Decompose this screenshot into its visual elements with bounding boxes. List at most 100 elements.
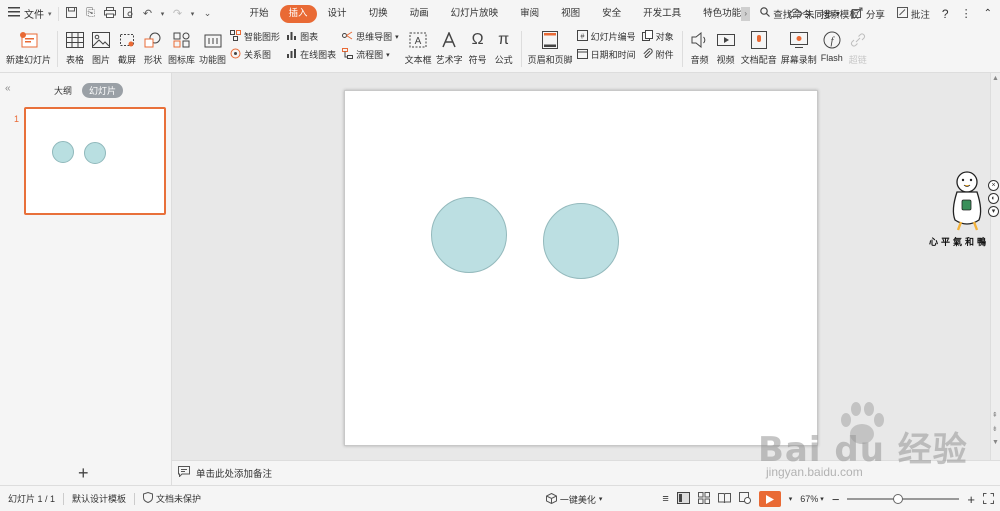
protection-status[interactable]: 文档未保护 bbox=[135, 491, 209, 505]
relation-chart-button[interactable]: 关系图 bbox=[230, 48, 280, 61]
tab-review[interactable]: 审阅 bbox=[509, 5, 550, 23]
customize-icon[interactable]: ⌄ bbox=[201, 8, 215, 19]
vertical-scrollbar[interactable]: ▲ ⇞ ⇟ ▼ bbox=[990, 73, 1000, 460]
doc-voice-button[interactable]: 文档配音 bbox=[741, 27, 777, 66]
chevron-down-icon[interactable]: ▾ bbox=[789, 495, 793, 503]
rehearse-icon[interactable] bbox=[738, 492, 751, 506]
new-slide-button[interactable]: 新建幻灯片 bbox=[6, 27, 51, 66]
screen-record-button[interactable]: 屏幕录制 bbox=[781, 27, 817, 66]
picture-label: 图片 bbox=[92, 55, 111, 65]
thumbnail-circle-2 bbox=[84, 142, 106, 164]
circle-shape-left[interactable] bbox=[431, 197, 507, 273]
add-slide-button[interactable]: + bbox=[78, 463, 89, 484]
mind-map-button[interactable]: 思维导图 ▾ bbox=[342, 30, 399, 43]
icon-library-button[interactable]: 图标库 bbox=[168, 27, 195, 66]
tab-developer[interactable]: 开发工具 bbox=[632, 5, 692, 23]
zoom-out-button[interactable]: − bbox=[832, 492, 840, 507]
scroll-up-icon[interactable]: ▲ bbox=[992, 75, 999, 82]
screenshot-button[interactable]: 截屏 bbox=[116, 27, 138, 66]
theme-icon[interactable]: ◐ bbox=[988, 193, 999, 204]
date-time-button[interactable]: 日期和时间 bbox=[576, 48, 636, 61]
tab-design[interactable]: 设计 bbox=[317, 5, 358, 23]
tab-animation[interactable]: 动画 bbox=[399, 5, 440, 23]
formula-button[interactable]: π 公式 bbox=[493, 27, 515, 66]
symbol-button[interactable]: Ω 符号 bbox=[467, 27, 489, 66]
slide-number-button[interactable]: # 幻灯片编号 bbox=[576, 30, 636, 43]
tab-home[interactable]: 开始 bbox=[239, 5, 280, 23]
normal-view-icon[interactable] bbox=[676, 492, 690, 506]
chart-button[interactable]: 图表 bbox=[286, 30, 336, 43]
tab-slides[interactable]: 幻灯片 bbox=[82, 83, 124, 98]
template-name[interactable]: 默认设计模板 bbox=[64, 492, 134, 505]
share-button[interactable]: 分享 bbox=[851, 7, 885, 21]
one-click-beautify[interactable]: 一键美化 ▾ bbox=[538, 492, 611, 506]
tab-view[interactable]: 视图 bbox=[550, 5, 591, 23]
fit-window-icon[interactable] bbox=[983, 492, 994, 506]
zoom-slider[interactable] bbox=[847, 494, 960, 504]
collapse-panel-icon[interactable]: « bbox=[5, 83, 11, 94]
more-icon[interactable]: ⋮ bbox=[961, 7, 972, 20]
help-icon[interactable]: ? bbox=[942, 7, 949, 21]
object-button[interactable]: 对象 bbox=[641, 30, 674, 43]
online-chart-button[interactable]: 在线图表 bbox=[286, 48, 336, 61]
circle-shape-right[interactable] bbox=[543, 203, 619, 279]
sync-status[interactable]: 未同步 ▾ bbox=[788, 7, 840, 21]
skin-icon[interactable]: ▾ bbox=[988, 206, 999, 217]
file-menu[interactable]: 文件 ▾ bbox=[8, 6, 58, 21]
function-chart-button[interactable]: 功能图 bbox=[199, 27, 226, 66]
print-preview-icon[interactable] bbox=[122, 6, 136, 21]
picture-button[interactable]: 图片 bbox=[90, 27, 112, 66]
slide-canvas[interactable] bbox=[344, 90, 818, 446]
undo-icon[interactable]: ↶ bbox=[141, 7, 155, 20]
flowchart-button[interactable]: 流程图 ▾ bbox=[342, 48, 399, 61]
page-up-icon[interactable]: ⇞ bbox=[992, 411, 998, 419]
play-icon bbox=[765, 494, 774, 504]
scroll-down-icon[interactable]: ▼ bbox=[992, 439, 999, 446]
play-slideshow-button[interactable] bbox=[758, 491, 781, 507]
video-button[interactable]: 视频 bbox=[715, 27, 737, 66]
notes-bar[interactable]: 单击此处添加备注 bbox=[172, 460, 1000, 485]
tab-scroll-button[interactable]: › bbox=[741, 6, 751, 21]
share-label: 分享 bbox=[865, 9, 885, 21]
tab-slideshow[interactable]: 幻灯片放映 bbox=[440, 5, 510, 23]
collapse-ribbon-icon[interactable]: ⌃ bbox=[984, 8, 992, 19]
tab-insert[interactable]: 插入 bbox=[279, 4, 317, 23]
audio-button[interactable]: 音频 bbox=[689, 27, 711, 66]
table-button[interactable]: 表格 bbox=[64, 27, 86, 66]
comment-button[interactable]: 批注 bbox=[896, 6, 930, 21]
slide-sorter-icon[interactable] bbox=[697, 492, 710, 506]
smartart-button[interactable]: 智能图形 bbox=[230, 30, 280, 43]
reading-view-icon[interactable] bbox=[717, 492, 731, 506]
save-icon[interactable] bbox=[65, 6, 79, 21]
chevron-down-icon[interactable]: ▾ bbox=[820, 495, 824, 503]
export-pdf-icon[interactable]: ⎘ bbox=[84, 7, 98, 20]
notes-icon bbox=[178, 466, 190, 480]
textbox-button[interactable]: A 文本框 bbox=[405, 27, 432, 66]
art-text-button[interactable]: 艺术字 bbox=[436, 27, 463, 66]
symbol-label: 符号 bbox=[468, 55, 487, 65]
doc-voice-icon bbox=[748, 29, 770, 51]
icon-library-icon bbox=[171, 29, 193, 51]
attachment-label: 附件 bbox=[655, 50, 674, 60]
flash-button[interactable]: f Flash bbox=[821, 27, 843, 63]
header-footer-button[interactable]: 页眉和页脚 bbox=[528, 27, 573, 66]
notes-toggle-icon[interactable]: ≡ bbox=[662, 493, 668, 505]
close-icon[interactable]: × bbox=[988, 180, 999, 191]
redo-icon[interactable]: ↷ bbox=[171, 7, 185, 20]
superlink-button[interactable]: 超链 bbox=[847, 27, 869, 66]
tab-transition[interactable]: 切换 bbox=[358, 5, 399, 23]
tab-outline[interactable]: 大纲 bbox=[54, 84, 72, 97]
shape-button[interactable]: 形状 bbox=[142, 27, 164, 66]
zoom-slider-knob[interactable] bbox=[893, 494, 904, 504]
zoom-level[interactable]: 67% bbox=[800, 494, 818, 504]
tab-security[interactable]: 安全 bbox=[591, 5, 632, 23]
zoom-in-button[interactable]: + bbox=[967, 492, 975, 507]
slide-thumbnail[interactable] bbox=[24, 107, 166, 215]
print-icon[interactable] bbox=[103, 6, 117, 21]
relation-chart-icon bbox=[230, 48, 241, 61]
chart-label: 图表 bbox=[300, 32, 319, 42]
page-down-icon[interactable]: ⇟ bbox=[992, 425, 998, 433]
beautify-label: 一键美化 bbox=[559, 494, 596, 505]
tab-features[interactable]: 特色功能 bbox=[692, 5, 745, 23]
attachment-button[interactable]: 附件 bbox=[642, 48, 674, 61]
